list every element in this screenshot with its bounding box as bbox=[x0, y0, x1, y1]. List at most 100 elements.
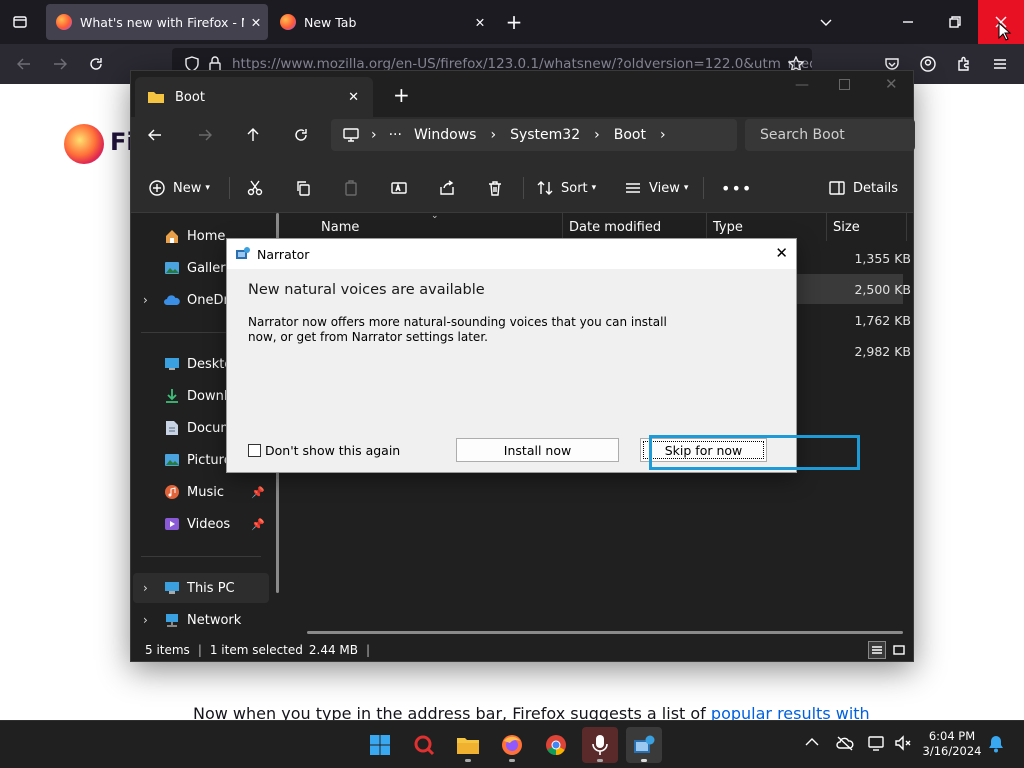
file-size: 2,982 KB bbox=[854, 343, 911, 359]
explorer-tab-title: Boot bbox=[175, 89, 205, 105]
windows-taskbar: 6:04 PM 3/16/2024 bbox=[0, 720, 1024, 768]
up-arrow-icon[interactable] bbox=[245, 127, 261, 143]
minimize-icon[interactable] bbox=[896, 10, 920, 34]
breadcrumb[interactable]: › ··· Windows › System32 › Boot › bbox=[331, 119, 737, 151]
mouse-cursor-icon bbox=[998, 22, 1012, 41]
explorer-tab-boot[interactable]: Boot ✕ bbox=[135, 77, 373, 117]
nav-item-music[interactable]: Music 📌 bbox=[133, 477, 269, 507]
selection-size: 2.44 MB bbox=[308, 643, 359, 657]
extensions-icon[interactable] bbox=[952, 52, 976, 76]
hamburger-menu-icon[interactable] bbox=[988, 52, 1012, 76]
dont-show-again-checkbox[interactable]: Don't show this again bbox=[248, 443, 400, 458]
account-icon[interactable] bbox=[916, 52, 940, 76]
copy-icon[interactable] bbox=[295, 172, 311, 204]
paste-icon[interactable] bbox=[343, 172, 359, 204]
tab-new-tab[interactable]: New Tab ✕ bbox=[270, 4, 492, 40]
expand-chevron-icon[interactable]: › bbox=[143, 613, 148, 627]
notification-bell-icon[interactable] bbox=[988, 735, 1004, 753]
search-input[interactable]: Search Boot bbox=[745, 119, 915, 151]
view-lines-icon bbox=[626, 183, 640, 193]
music-icon bbox=[163, 484, 181, 500]
details-button[interactable]: Details bbox=[829, 172, 898, 204]
pin-icon[interactable]: 📌 bbox=[251, 518, 265, 531]
more-options-icon[interactable]: ••• bbox=[721, 172, 752, 204]
chrome-taskbar-icon[interactable] bbox=[538, 727, 574, 763]
details-view-icon[interactable] bbox=[868, 641, 886, 659]
reload-icon[interactable] bbox=[84, 52, 108, 76]
tiles-view-icon[interactable] bbox=[890, 641, 908, 659]
narrator-app-icon bbox=[236, 247, 250, 259]
explorer-title-bar: Boot ✕ + — ✕ bbox=[131, 71, 913, 117]
rename-icon[interactable] bbox=[391, 172, 407, 204]
nav-item-network[interactable]: › Network bbox=[133, 605, 269, 635]
new-button[interactable]: New ▾ bbox=[149, 172, 210, 204]
close-window-button[interactable] bbox=[978, 0, 1024, 44]
back-icon[interactable] bbox=[147, 127, 163, 143]
running-indicator bbox=[641, 759, 647, 762]
new-tab-plus-icon[interactable]: + bbox=[393, 83, 410, 107]
column-header-name[interactable]: Name bbox=[321, 213, 359, 241]
computer-icon bbox=[163, 580, 181, 596]
nav-item-this-pc[interactable]: › This PC bbox=[133, 573, 269, 603]
start-windows-icon[interactable] bbox=[362, 727, 398, 763]
show-hidden-icons-chevron-icon[interactable] bbox=[805, 737, 819, 747]
network-status-icon[interactable] bbox=[868, 735, 886, 751]
sort-button[interactable]: Sort ▾ bbox=[537, 172, 596, 204]
search-placeholder: Search Boot bbox=[760, 127, 845, 143]
crumb-boot[interactable]: Boot bbox=[614, 127, 646, 143]
status-bar: 5 items | 1 item selected 2.44 MB | bbox=[131, 637, 913, 663]
delete-icon[interactable] bbox=[487, 172, 503, 204]
refresh-icon[interactable] bbox=[293, 127, 309, 143]
back-icon[interactable] bbox=[12, 52, 36, 76]
column-header-size[interactable]: Size bbox=[833, 213, 860, 241]
crumb-windows[interactable]: Windows bbox=[414, 127, 477, 143]
maximize-icon[interactable] bbox=[839, 79, 850, 90]
popular-results-link[interactable]: popular results with bbox=[711, 704, 870, 720]
crumb-system32[interactable]: System32 bbox=[510, 127, 580, 143]
view-button[interactable]: View ▾ bbox=[625, 172, 688, 204]
close-tab-icon[interactable]: ✕ bbox=[468, 15, 492, 30]
share-icon[interactable] bbox=[439, 172, 455, 204]
install-now-button[interactable]: Install now bbox=[456, 438, 619, 462]
nav-item-label: Network bbox=[187, 612, 242, 628]
narrator-title-bar: Narrator ✕ bbox=[227, 239, 796, 269]
cloud-offline-icon[interactable] bbox=[836, 735, 854, 751]
nav-item-videos[interactable]: Videos 📌 bbox=[133, 509, 269, 539]
pin-icon[interactable]: 📌 bbox=[251, 486, 265, 499]
new-label: New bbox=[173, 180, 202, 196]
minimize-icon[interactable]: — bbox=[795, 77, 809, 93]
speaker-muted-icon[interactable] bbox=[894, 735, 912, 751]
more-crumbs-icon[interactable]: ··· bbox=[389, 127, 402, 143]
list-all-tabs-icon[interactable] bbox=[8, 10, 32, 34]
close-window-icon[interactable]: ✕ bbox=[885, 75, 898, 93]
firefox-taskbar-icon[interactable] bbox=[494, 727, 530, 763]
cut-icon[interactable] bbox=[247, 172, 263, 204]
forward-icon[interactable] bbox=[48, 52, 72, 76]
expand-chevron-icon[interactable]: › bbox=[143, 293, 148, 307]
nav-divider bbox=[141, 556, 261, 557]
new-tab-plus-icon[interactable]: + bbox=[502, 10, 526, 34]
column-divider bbox=[826, 213, 827, 241]
restore-icon[interactable] bbox=[943, 10, 967, 34]
close-tab-icon[interactable]: ✕ bbox=[348, 90, 359, 105]
close-tab-icon[interactable]: ✕ bbox=[244, 15, 268, 30]
search-icon[interactable] bbox=[406, 727, 442, 763]
column-header-date[interactable]: Date modified bbox=[569, 213, 661, 241]
expand-chevron-icon[interactable]: › bbox=[143, 581, 148, 595]
dialog-title: Narrator bbox=[257, 246, 310, 262]
chevron-down-icon[interactable] bbox=[814, 10, 838, 34]
narrator-taskbar-icon[interactable] bbox=[626, 727, 662, 763]
column-header-type[interactable]: Type bbox=[713, 213, 743, 241]
voice-access-microphone-icon[interactable] bbox=[582, 727, 618, 763]
focus-highlight-box bbox=[649, 435, 860, 470]
system-clock[interactable]: 6:04 PM 3/16/2024 bbox=[920, 729, 984, 759]
checkbox-label: Don't show this again bbox=[265, 443, 401, 458]
file-explorer-taskbar-icon[interactable] bbox=[450, 727, 486, 763]
checkbox-box[interactable] bbox=[248, 444, 261, 457]
tab-whats-new[interactable]: What's new with Firefox - More ✕ bbox=[46, 4, 268, 40]
horizontal-scrollbar[interactable] bbox=[307, 631, 903, 634]
forward-icon[interactable] bbox=[197, 127, 213, 143]
plus-circle-icon bbox=[149, 180, 165, 196]
close-dialog-icon[interactable]: ✕ bbox=[775, 244, 788, 262]
chevron-right-icon: › bbox=[659, 127, 666, 143]
